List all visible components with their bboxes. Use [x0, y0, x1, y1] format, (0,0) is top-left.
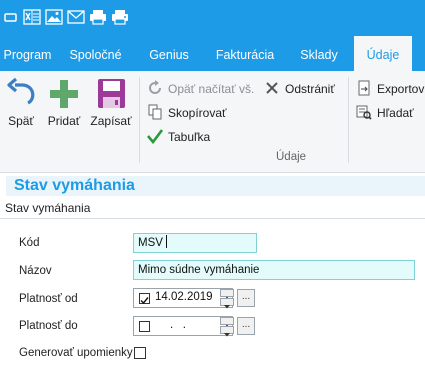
copy-button[interactable]: Skopírovať — [147, 103, 227, 123]
tab-genius[interactable]: Genius — [140, 36, 198, 71]
section-header: Stav vymáhania — [6, 176, 425, 196]
back-button[interactable]: Späť — [4, 77, 38, 128]
subsection-header: Stav vymáhania — [0, 200, 425, 219]
tab-spolocne[interactable]: Spoločné — [59, 36, 132, 71]
plus-icon — [50, 80, 78, 108]
spin-down-icon[interactable] — [220, 298, 234, 309]
excel-icon[interactable] — [23, 9, 41, 25]
floppy-disk-icon — [98, 79, 125, 108]
spin-up-icon[interactable] — [220, 289, 234, 300]
generovat-label: Generovať upomienky — [19, 347, 133, 359]
table-button[interactable]: Tabuľka — [147, 127, 210, 147]
tab-fakturacia[interactable]: Fakturácia — [207, 36, 283, 71]
platnost-do-label: Platnosť do — [19, 320, 78, 332]
add-button[interactable]: Pridať — [44, 77, 84, 128]
ribbon-group-label: Údaje — [276, 151, 307, 163]
back-label: Späť — [8, 114, 34, 128]
close-icon — [266, 82, 278, 94]
window-icon[interactable] — [4, 9, 22, 25]
export-icon — [358, 80, 370, 96]
nazov-label: Názov — [19, 265, 52, 277]
platnost-od-label: Platnosť od — [19, 293, 78, 305]
delete-button[interactable]: Odstrániť — [264, 79, 335, 99]
email-icon[interactable] — [67, 9, 85, 25]
nazov-value: Mimo súdne vymáhanie — [138, 264, 260, 276]
reload-all-button[interactable]: Opäť načítať vš. — [147, 79, 254, 99]
add-label: Pridať — [47, 114, 81, 128]
spin-up-icon[interactable] — [220, 317, 234, 328]
kod-field[interactable]: MSV — [133, 233, 257, 253]
platnost-od-date[interactable]: 14.02.2019 — [133, 288, 233, 308]
delete-label: Odstrániť — [285, 82, 335, 96]
ribbon-panel: Späť Pridať Zapísať Opäť načítať vš. Ods… — [0, 71, 425, 173]
image-icon[interactable] — [45, 9, 63, 25]
export-button[interactable]: Exportov — [356, 79, 424, 99]
platnost-do-date[interactable]: . . — [133, 316, 233, 336]
kod-label: Kód — [19, 237, 40, 249]
title-bar — [0, 0, 425, 36]
refresh-icon — [149, 80, 161, 94]
subsection-title: Stav vymáhania — [5, 201, 91, 215]
platnost-do-picker-button[interactable]: ... — [237, 317, 255, 335]
export-label: Exportov — [377, 82, 425, 96]
search-button[interactable]: Hľadať — [356, 103, 414, 123]
table-label: Tabuľka — [168, 130, 211, 144]
platnost-od-value: 14.02.2019 — [155, 291, 213, 303]
ribbon-separator — [139, 77, 140, 163]
platnost-do-spinner[interactable] — [220, 317, 234, 337]
platnost-do-checkbox[interactable] — [139, 321, 150, 332]
generovat-checkbox[interactable] — [134, 347, 146, 359]
kod-value: MSV — [138, 237, 163, 249]
spin-down-icon[interactable] — [220, 326, 234, 337]
platnost-do-value: . . — [170, 319, 186, 331]
find-icon — [356, 105, 372, 120]
ribbon-separator — [348, 77, 349, 163]
tab-sklady[interactable]: Sklady — [290, 36, 348, 71]
tab-program[interactable]: Program — [0, 36, 55, 71]
save-button[interactable]: Zapísať — [88, 77, 134, 128]
search-label: Hľadať — [377, 106, 414, 120]
copy-icon — [148, 104, 162, 120]
back-arrow-icon — [7, 77, 35, 105]
platnost-od-spinner[interactable] — [220, 289, 234, 309]
text-caret — [165, 235, 167, 248]
checkmark-icon — [140, 297, 149, 305]
ribbon-tabs: Program Spoločné Genius Fakturácia Sklad… — [0, 36, 425, 71]
print-preview-icon[interactable] — [111, 9, 129, 25]
tab-udaje[interactable]: Údaje — [354, 36, 412, 71]
print-icon[interactable] — [89, 9, 107, 25]
copy-label: Skopírovať — [168, 106, 227, 120]
nazov-field[interactable]: Mimo súdne vymáhanie — [133, 260, 415, 280]
platnost-od-picker-button[interactable]: ... — [237, 289, 255, 307]
page-title: Stav vymáhania — [14, 177, 135, 194]
save-label: Zapísať — [90, 114, 132, 128]
reload-all-label: Opäť načítať vš. — [168, 82, 255, 96]
platnost-od-checkbox[interactable] — [139, 293, 150, 305]
checkmark-icon — [147, 129, 163, 144]
